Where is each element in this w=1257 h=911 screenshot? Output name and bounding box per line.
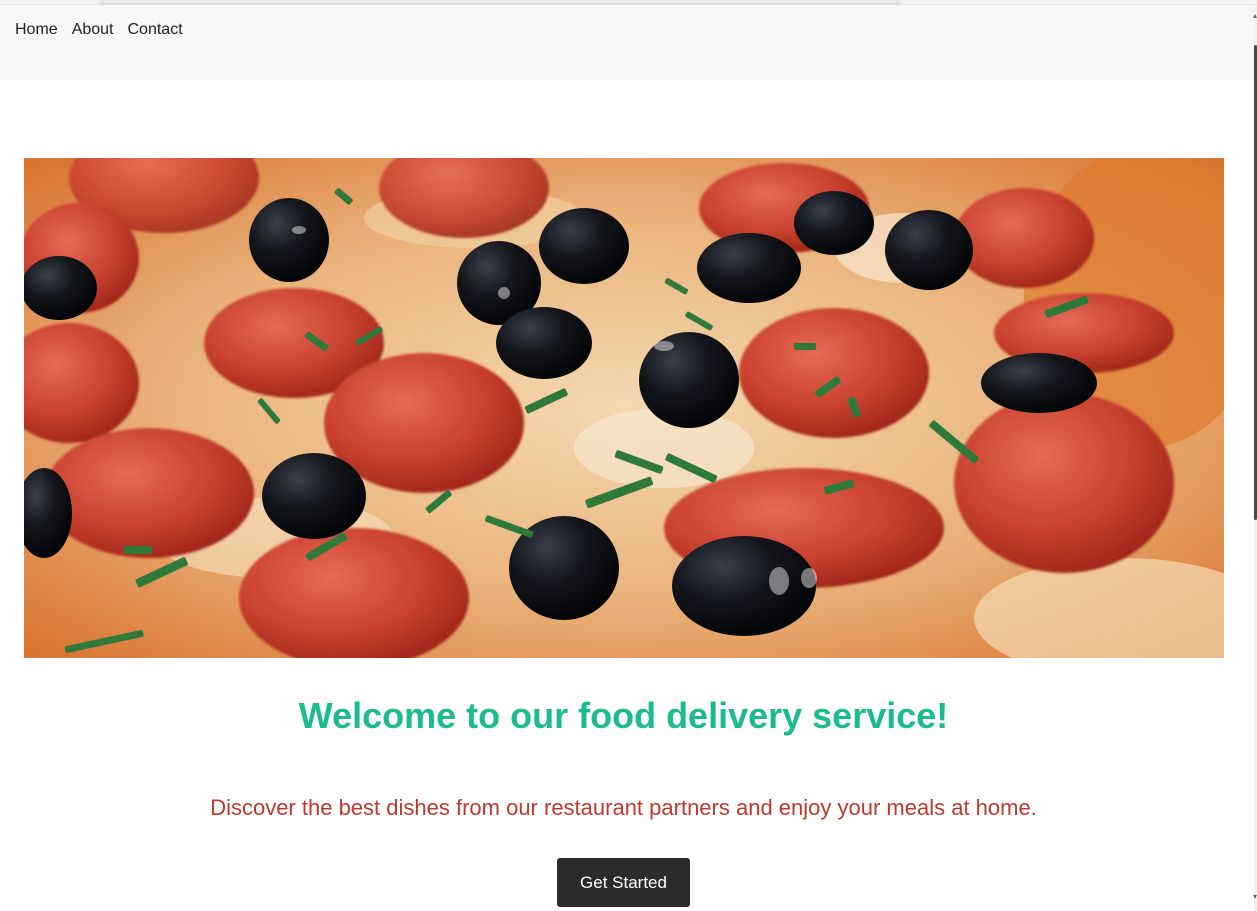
nav-item-about: About bbox=[72, 21, 114, 39]
scroll-up-icon[interactable] bbox=[1253, 14, 1257, 18]
nav-item-contact: Contact bbox=[128, 21, 183, 39]
nav-link-home[interactable]: Home bbox=[15, 21, 58, 38]
hero-image bbox=[24, 158, 1224, 658]
get-started-button[interactable]: Get Started bbox=[557, 858, 690, 907]
page: Home About Contact Welcome to our food d… bbox=[0, 0, 1257, 911]
page-title: Welcome to our food delivery service! bbox=[298, 695, 949, 736]
tagline: Discover the best dishes from our restau… bbox=[210, 795, 1037, 820]
nav-list: Home About Contact bbox=[15, 21, 183, 39]
nav-link-contact[interactable]: Contact bbox=[128, 21, 183, 38]
nav-link-about[interactable]: About bbox=[72, 21, 114, 38]
navbar: Home About Contact bbox=[0, 5, 1254, 80]
browser-tab-strip bbox=[100, 0, 900, 4]
pizza-photo bbox=[24, 158, 1224, 658]
nav-item-home: Home bbox=[15, 21, 58, 39]
scroll-down-icon[interactable] bbox=[1253, 895, 1257, 899]
